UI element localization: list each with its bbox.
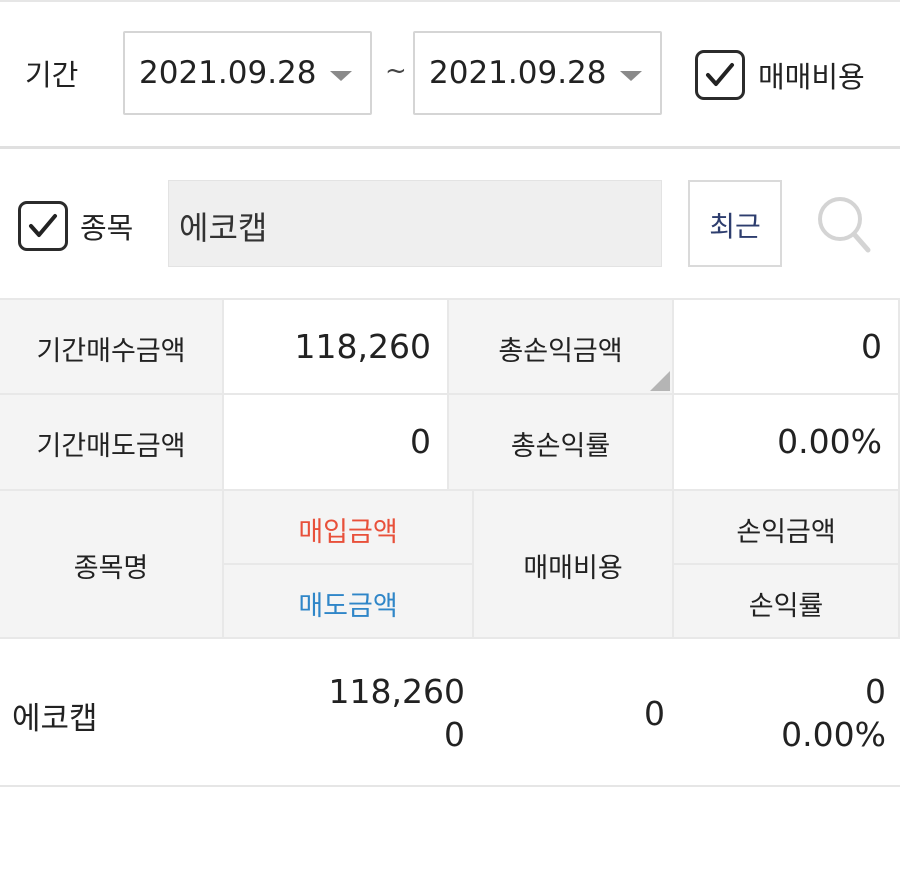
checkbox-checked-icon [706,63,734,86]
checkbox-checked-icon [29,214,57,237]
total-pl-value: 0 [861,327,882,366]
recent-button[interactable]: 최근 [688,180,782,267]
total-pl-label-cell[interactable]: 총손익금액 [449,300,674,395]
period-buy-value-cell: 118,260 [224,300,449,395]
date-to-select[interactable]: 2021.09.28 [413,31,662,115]
period-buy-label: 기간매수금액 [36,336,186,367]
date-from-value: 2021.09.28 [139,55,317,91]
header-stock-name: 종목명 [0,491,224,639]
header-pl-amount: 손익금액 [674,491,900,565]
header-sell-amount: 매도금액 [224,565,474,639]
section-divider [0,146,900,149]
top-divider [0,0,900,2]
period-buy-value: 118,260 [294,327,431,366]
chevron-down-icon [330,71,352,81]
date-to-value: 2021.09.28 [429,55,607,91]
period-sell-value: 0 [410,422,431,461]
period-buy-label-cell: 기간매수금액 [0,300,224,395]
period-sell-label-cell: 기간매도금액 [0,395,224,491]
recent-button-label: 최근 [709,210,761,243]
corner-triangle-icon [650,371,670,391]
row-buy-amount: 118,260 [328,672,465,711]
total-pl-rate-value-cell: 0.00% [674,395,900,491]
fee-checkbox[interactable] [695,50,745,100]
header-stock-name-label: 종목명 [73,553,149,584]
stock-checkbox[interactable] [18,201,68,251]
period-sell-label: 기간매도금액 [36,431,186,462]
total-pl-rate-label-cell: 총손익률 [449,395,674,491]
total-pl-value-cell: 0 [674,300,900,395]
row-pl-rate: 0.00% [781,715,886,754]
total-pl-rate-label: 총손익률 [510,431,611,462]
fee-checkbox-label[interactable]: 매매비용 [758,54,865,96]
total-pl-label: 총손익금액 [498,336,623,367]
row-divider [0,785,900,787]
row-fee: 0 [644,694,665,733]
header-buy-amount: 매입금액 [224,491,474,565]
period-label: 기간 [25,58,79,92]
period-sell-value-cell: 0 [224,395,449,491]
header-fee: 매매비용 [474,491,674,639]
chevron-down-icon [620,71,642,81]
header-buy-amount-label: 매입금액 [298,517,398,548]
header-pl-rate-label: 손익률 [748,591,824,622]
stock-checkbox-label[interactable]: 종목 [80,205,133,247]
stock-input[interactable]: 에코캡 [168,180,662,267]
row-sell-amount: 0 [444,715,465,754]
date-from-select[interactable]: 2021.09.28 [123,31,372,115]
search-icon[interactable] [815,193,873,257]
row-pl-amount: 0 [865,672,886,711]
date-separator: ~ [385,56,407,86]
header-pl-amount-label: 손익금액 [736,517,836,548]
stock-input-value: 에코캡 [179,209,268,247]
total-pl-rate-value: 0.00% [777,422,882,461]
header-fee-label: 매매비용 [523,553,623,584]
row-stock-name: 에코캡 [12,701,98,737]
header-pl-rate: 손익률 [674,565,900,639]
header-sell-amount-label: 매도금액 [298,591,398,622]
